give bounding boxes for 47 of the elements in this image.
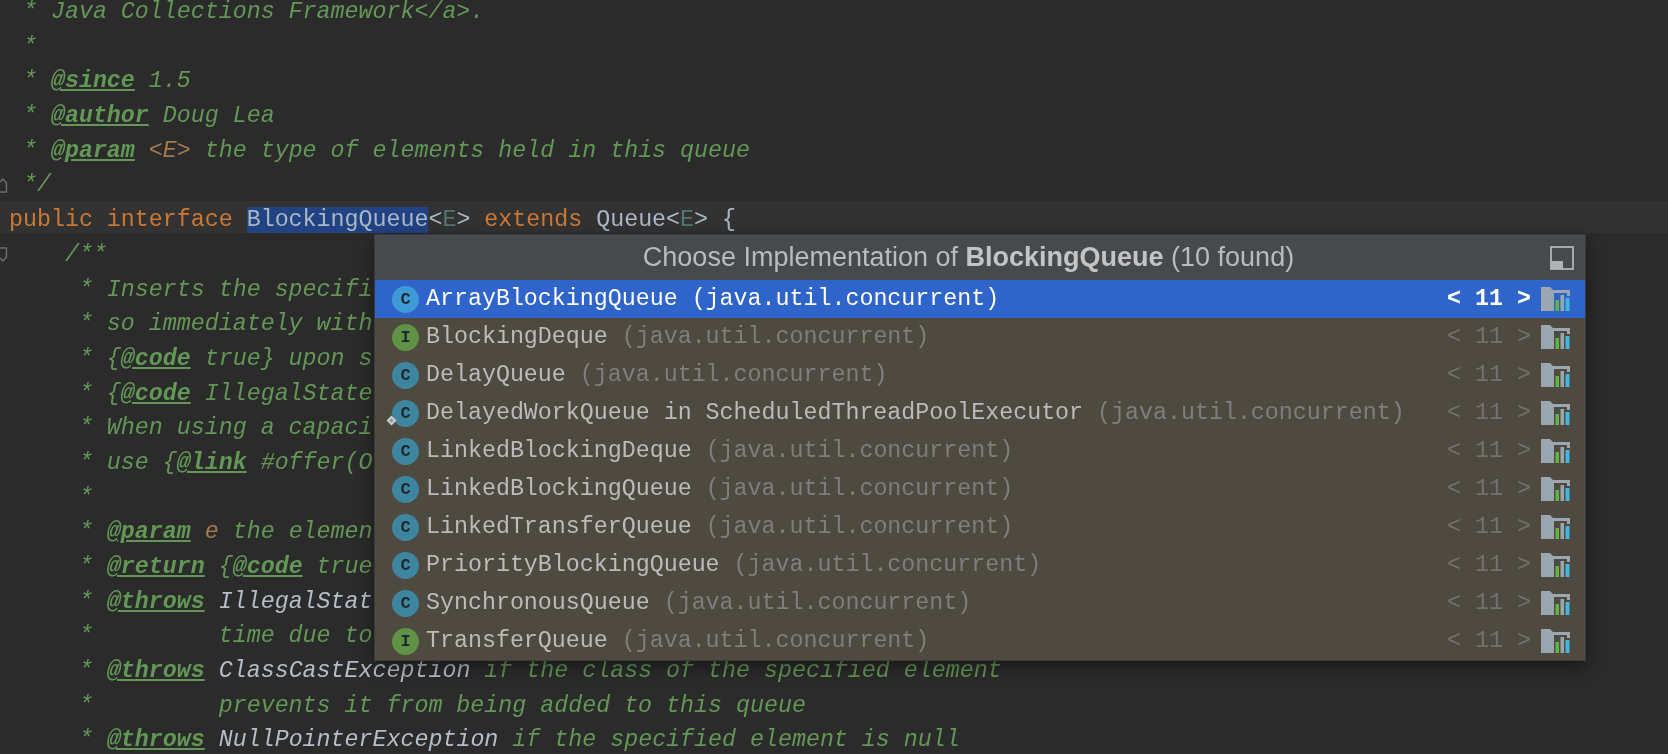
code-line: * @return {@code true bbox=[77, 555, 373, 579]
code-line: /** bbox=[63, 242, 107, 267]
class-icon: C bbox=[392, 285, 419, 313]
folder-chart-icon bbox=[1541, 325, 1571, 349]
code-line: * @author Doug Lea bbox=[21, 104, 275, 129]
folder-chart-icon bbox=[1541, 363, 1571, 387]
code-line: * bbox=[21, 34, 37, 59]
code-line: * When using a capaci bbox=[77, 416, 373, 441]
folder-chart-icon bbox=[1541, 515, 1571, 539]
code-line: * @since 1.5 bbox=[21, 69, 191, 94]
class-icon: C bbox=[392, 361, 419, 389]
interface-icon: I bbox=[392, 323, 419, 351]
folder-chart-icon bbox=[1541, 477, 1571, 501]
class-icon: C bbox=[392, 513, 419, 541]
class-icon: C bbox=[392, 399, 419, 427]
fold-icon[interactable] bbox=[0, 177, 8, 193]
class-icon: C bbox=[392, 437, 419, 465]
folder-chart-icon bbox=[1541, 591, 1571, 615]
code-line: */ bbox=[21, 173, 51, 198]
folder-chart-icon bbox=[1541, 629, 1571, 653]
code-line: * @throws IllegalStat bbox=[77, 589, 373, 614]
code-line: * use {@link #offer(O bbox=[77, 450, 373, 475]
folder-chart-icon bbox=[1541, 401, 1571, 425]
sdk-label: < 11 > bbox=[1447, 286, 1531, 312]
code-line: public interface BlockingQueue<E> extends Queue<E> { bbox=[9, 208, 737, 233]
code-line: * so immediately with bbox=[77, 312, 373, 337]
code-line: * @param e the elemen bbox=[77, 520, 373, 545]
class-icon: C bbox=[392, 551, 419, 579]
code-line: * {@code true} upon s bbox=[77, 346, 373, 371]
popup-title: Choose Implementation of BlockingQueue (10 found) bbox=[641, 242, 1296, 273]
implementation-item[interactable]: C ArrayBlockingQueue (java.util.concurrent) < 11 > bbox=[375, 280, 1585, 318]
code-line: * prevents it from being added to this queue bbox=[77, 693, 806, 718]
code-line: * Java Collections Framework</a>. bbox=[21, 0, 485, 24]
interface-icon: I bbox=[392, 627, 419, 655]
fold-icon[interactable] bbox=[0, 247, 8, 263]
window-icon[interactable] bbox=[1550, 245, 1574, 270]
folder-chart-icon bbox=[1541, 439, 1571, 463]
code-line: * @param <E> the type of elements held in this queue bbox=[21, 138, 750, 163]
code-line: * @throws NullPointerException if the specified element is null bbox=[77, 728, 960, 753]
code-line: * {@code IllegalState bbox=[77, 381, 373, 406]
class-icon: C bbox=[392, 589, 419, 617]
class-icon: C bbox=[392, 475, 419, 503]
code-line: * time due to bbox=[77, 624, 373, 649]
folder-chart-icon bbox=[1541, 287, 1571, 311]
code-line: * Inserts the specifi bbox=[77, 277, 373, 302]
folder-chart-icon bbox=[1541, 553, 1571, 577]
code-line: * bbox=[77, 485, 93, 510]
